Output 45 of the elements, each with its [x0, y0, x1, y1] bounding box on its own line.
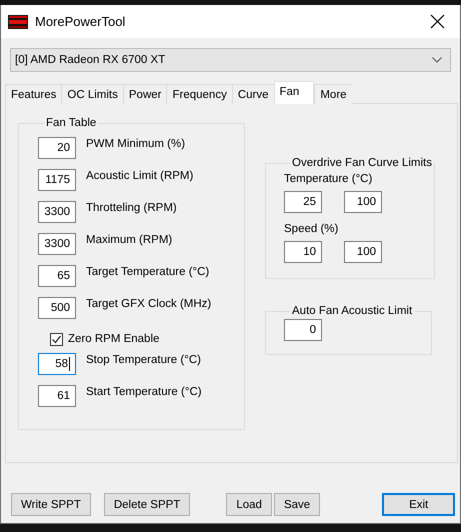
input-field[interactable]: 25: [284, 191, 322, 213]
tab[interactable]: Power: [122, 84, 166, 104]
input-field[interactable]: 10: [284, 241, 322, 263]
input-field[interactable]: 58: [38, 353, 76, 375]
chevron-down-icon: [432, 57, 442, 63]
window-title: MorePowerTool: [35, 14, 126, 29]
field-label: Acoustic Limit (RPM): [86, 170, 194, 182]
tab[interactable]: Curve: [232, 84, 274, 104]
logo-icon: [8, 14, 28, 28]
field-label: Start Temperature (°C): [86, 386, 202, 398]
field-label: Maximum (RPM): [86, 234, 172, 246]
input-field[interactable]: 100: [344, 241, 382, 263]
input-field[interactable]: 0: [284, 319, 322, 341]
action-button[interactable]: Write SPPT: [11, 493, 91, 516]
input-field[interactable]: 3300: [38, 233, 76, 255]
checkbox[interactable]: [50, 332, 63, 346]
input-field[interactable]: 100: [344, 191, 382, 213]
field-label: Target Temperature (°C): [86, 266, 210, 278]
tab[interactable]: Frequency: [166, 84, 232, 104]
field-label: Temperature (°C): [284, 173, 374, 185]
text-cursor: [69, 357, 70, 371]
input-field[interactable]: 61: [38, 385, 76, 407]
action-button[interactable]: Delete SPPT: [104, 493, 190, 516]
input-field[interactable]: 20: [38, 137, 76, 159]
field-label: Speed (%): [284, 223, 340, 235]
tab[interactable]: More: [314, 84, 352, 104]
field-label: Stop Temperature (°C): [86, 354, 201, 366]
device-dropdown[interactable]: [0] AMD Radeon RX 6700 XT: [10, 48, 451, 72]
checkbox-label: Zero RPM Enable: [68, 333, 160, 345]
tab[interactable]: OC Limits: [61, 84, 123, 104]
action-button[interactable]: Exit: [382, 493, 456, 516]
input-field[interactable]: 500: [38, 297, 76, 319]
input-field[interactable]: 3300: [38, 201, 76, 223]
field-label: Target GFX Clock (MHz): [86, 298, 212, 310]
action-button[interactable]: Load: [226, 493, 272, 516]
group-title: Auto Fan Acoustic Limit: [291, 305, 414, 317]
input-field[interactable]: 65: [38, 265, 76, 287]
field-label: PWM Minimum (%): [86, 138, 186, 150]
tab[interactable]: Features: [5, 84, 62, 104]
input-field[interactable]: 1175: [38, 169, 76, 191]
group-title: Fan Table: [45, 117, 98, 129]
group-title: Overdrive Fan Curve Limits: [291, 157, 433, 169]
action-button[interactable]: Save: [274, 493, 320, 516]
field-label: Throtteling (RPM): [86, 202, 177, 214]
tab[interactable]: Fan: [274, 81, 314, 104]
